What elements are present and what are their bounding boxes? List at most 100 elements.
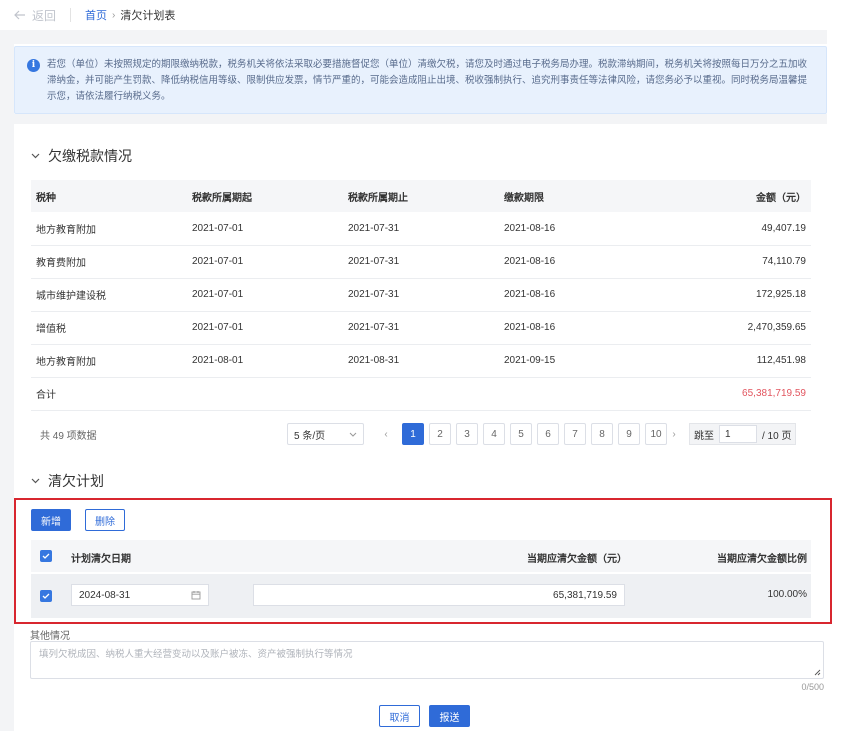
cell-period-end: 2021-07-31 — [343, 311, 499, 345]
cell-amount: 112,451.98 — [655, 344, 811, 378]
back-label: 返回 — [32, 8, 57, 23]
cell-period-start: 2021-08-01 — [187, 344, 343, 378]
total-value: 65,381,719.59 — [655, 377, 811, 411]
col-amount: 金额（元） — [655, 180, 811, 212]
page-8-button[interactable]: 8 — [591, 423, 613, 445]
page-1-button[interactable]: 1 — [402, 423, 424, 445]
jump-total: / 10 页 — [762, 430, 792, 442]
main-content: i 若您（单位）未按照规定的期限缴纳税款，税务机关将依法采取必要措施督促您（单位… — [14, 44, 832, 731]
pagination: 共 49 项数据 5 条/页 ‹ 1 2 3 4 5 6 7 8 9 10 › … — [31, 421, 811, 447]
table-row: 城市维护建设税 2021-07-01 2021-07-31 2021-08-16… — [31, 278, 811, 312]
breadcrumb-home[interactable]: 首页 — [85, 7, 107, 23]
total-items-text: 共 49 项数据 — [40, 430, 97, 442]
delete-button[interactable]: 删除 — [85, 509, 125, 531]
col-plan-amount: 当期应清欠金额（元） — [527, 554, 627, 565]
cell-amount: 2,470,359.65 — [655, 311, 811, 345]
table-row: 增值税 2021-07-01 2021-07-31 2021-08-16 2,4… — [31, 311, 811, 345]
cell-period-start: 2021-07-01 — [187, 278, 343, 312]
cell-period-start: 2021-07-01 — [187, 245, 343, 279]
cell-period-end: 2021-07-31 — [343, 212, 499, 246]
table-row: 地方教育附加 2021-08-01 2021-08-31 2021-09-15 … — [31, 344, 811, 378]
jump-label: 跳至 — [694, 430, 714, 442]
other-info-label: 其他情况 — [30, 631, 70, 642]
col-period-end: 税款所属期止 — [343, 180, 499, 212]
chevron-down-icon — [31, 153, 40, 159]
right-margin — [827, 30, 865, 731]
section-gap — [14, 114, 827, 124]
cancel-button[interactable]: 取消 — [379, 705, 420, 727]
table-header-row: 税种 税款所属期起 税款所属期止 缴款期限 金额（元） — [31, 180, 811, 212]
prev-page-button[interactable]: ‹ — [375, 423, 397, 445]
page-size-select[interactable]: 5 条/页 — [287, 423, 364, 445]
cell-amount: 172,925.18 — [655, 278, 811, 312]
plan-date-value: 2024-08-31 — [79, 589, 131, 601]
cell-due-date: 2021-08-16 — [499, 212, 655, 246]
page-6-button[interactable]: 6 — [537, 423, 559, 445]
other-info-textarea[interactable]: 填列欠税成因、纳税人重大经营变动以及账户被冻、资产被强制执行等情况 — [30, 641, 824, 679]
select-all-checkbox[interactable] — [40, 550, 52, 562]
breadcrumb-current: 清欠计划表 — [120, 10, 176, 22]
col-tax-type: 税种 — [31, 180, 187, 212]
next-page-button[interactable]: › — [663, 423, 685, 445]
cell-tax-type: 地方教育附加 — [31, 344, 187, 378]
add-button[interactable]: 新增 — [31, 509, 71, 531]
table-row: 教育费附加 2021-07-01 2021-07-31 2021-08-16 7… — [31, 245, 811, 279]
cell-period-start: 2021-07-01 — [187, 311, 343, 345]
char-counter: 0/500 — [801, 682, 824, 692]
page-size-value: 5 条/页 — [294, 430, 326, 442]
plan-ratio-value: 100.00% — [767, 589, 807, 600]
page-jumper: 跳至 / 10 页 — [689, 423, 797, 445]
arrears-section-title: 欠缴税款情况 — [48, 148, 132, 164]
cell-tax-type: 教育费附加 — [31, 245, 187, 279]
col-plan-ratio: 当期应清欠金额比例 — [717, 554, 807, 565]
cell-tax-type: 城市维护建设税 — [31, 278, 187, 312]
arrears-table: 税种 税款所属期起 税款所属期止 缴款期限 金额（元） 地方教育附加 2021-… — [31, 180, 811, 411]
cell-amount: 49,407.19 — [655, 212, 811, 246]
cell-due-date: 2021-08-16 — [499, 278, 655, 312]
chevron-down-icon — [31, 478, 40, 484]
calendar-icon — [191, 591, 201, 600]
cell-due-date: 2021-08-16 — [499, 311, 655, 345]
cell-period-start: 2021-07-01 — [187, 212, 343, 246]
plan-section-header[interactable]: 清欠计划 — [31, 471, 104, 491]
divider — [70, 8, 72, 22]
plan-section-title: 清欠计划 — [48, 473, 104, 489]
total-row: 合计 65,381,719.59 — [31, 377, 811, 411]
notice-text: 若您（单位）未按照规定的期限缴纳税款，税务机关将依法采取必要措施督促您（单位）清… — [47, 59, 808, 102]
row-checkbox[interactable] — [40, 590, 52, 602]
col-plan-date: 计划清欠日期 — [71, 554, 131, 565]
notice-banner: i 若您（单位）未按照规定的期限缴纳税款，税务机关将依法采取必要措施督促您（单位… — [14, 46, 827, 114]
page-7-button[interactable]: 7 — [564, 423, 586, 445]
plan-amount-value: 65,381,719.59 — [553, 589, 617, 601]
plan-amount-input[interactable]: 65,381,719.59 — [253, 584, 625, 606]
arrears-section-header[interactable]: 欠缴税款情况 — [31, 146, 132, 166]
cell-period-end: 2021-08-31 — [343, 344, 499, 378]
page-3-button[interactable]: 3 — [456, 423, 478, 445]
page-9-button[interactable]: 9 — [618, 423, 640, 445]
cell-period-end: 2021-07-31 — [343, 278, 499, 312]
cell-tax-type: 增值税 — [31, 311, 187, 345]
plan-date-picker[interactable]: 2024-08-31 — [71, 584, 209, 606]
table-row: 地方教育附加 2021-07-01 2021-07-31 2021-08-16 … — [31, 212, 811, 246]
cell-due-date: 2021-09-15 — [499, 344, 655, 378]
resize-grip-icon[interactable] — [814, 669, 821, 676]
submit-button[interactable]: 报送 — [429, 705, 470, 727]
check-icon — [42, 593, 50, 599]
page-4-button[interactable]: 4 — [483, 423, 505, 445]
back-button[interactable]: 返回 — [14, 7, 56, 24]
cell-period-end: 2021-07-31 — [343, 245, 499, 279]
col-period-start: 税款所属期起 — [187, 180, 343, 212]
arrow-left-icon — [14, 10, 25, 20]
cell-due-date: 2021-08-16 — [499, 245, 655, 279]
chevron-down-icon — [349, 432, 357, 437]
page-2-button[interactable]: 2 — [429, 423, 451, 445]
info-icon: i — [27, 59, 40, 72]
jump-page-input[interactable] — [719, 425, 757, 443]
page-5-button[interactable]: 5 — [510, 423, 532, 445]
plan-table-row: 2024-08-31 65,381,719.59 100.00% — [31, 574, 811, 618]
breadcrumb-separator-icon: › — [112, 9, 116, 21]
plan-table-header: 计划清欠日期 当期应清欠金额（元） 当期应清欠金额比例 — [31, 540, 811, 572]
top-bar: 返回 首页 › 清欠计划表 — [0, 0, 865, 30]
check-icon — [42, 553, 50, 559]
col-due-date: 缴款期限 — [499, 180, 655, 212]
